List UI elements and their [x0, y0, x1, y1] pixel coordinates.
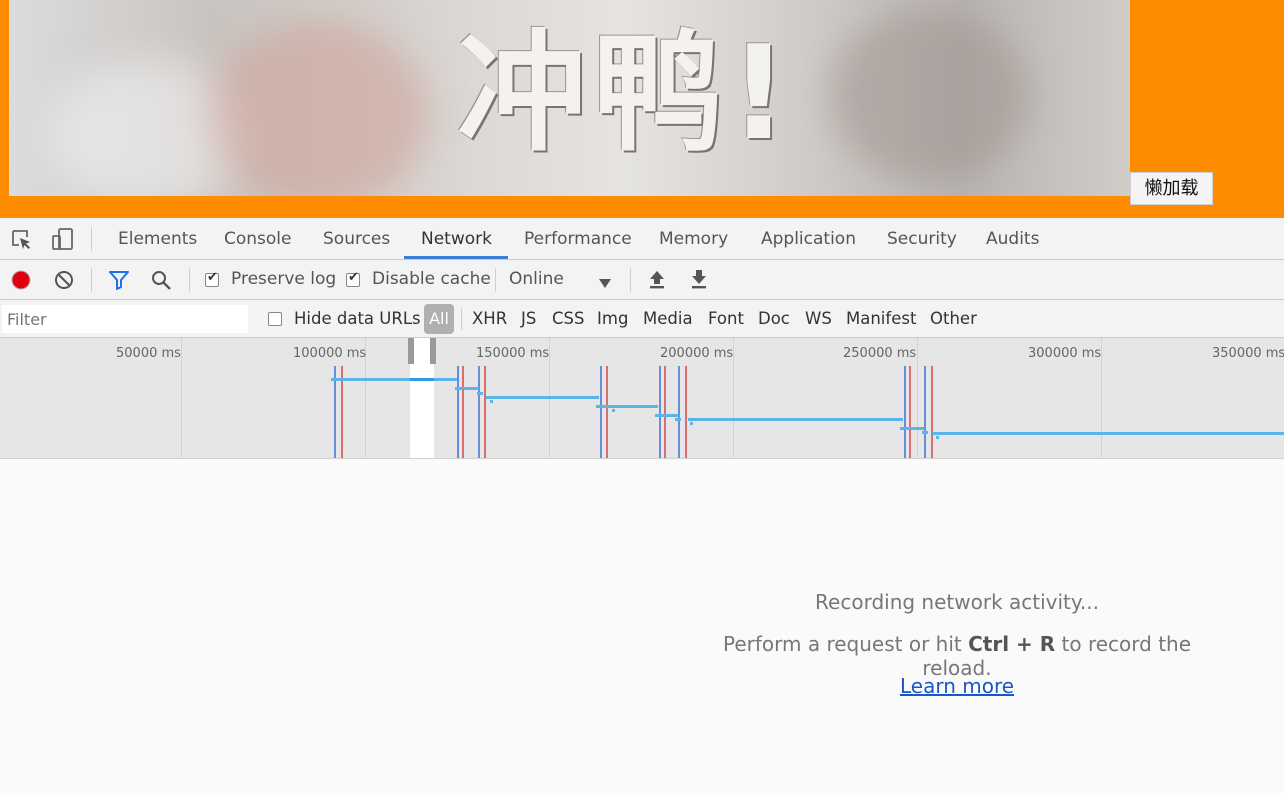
filter-type-css[interactable]: CSS	[552, 309, 584, 328]
import-har-icon[interactable]	[648, 269, 666, 289]
inspect-element-icon[interactable]	[11, 229, 33, 251]
devtools-tab-bar: Elements Console Sources Network Perform…	[0, 218, 1284, 260]
reload-hint-prefix: Perform a request or hit	[722, 632, 969, 656]
devtools-panel: Elements Console Sources Network Perform…	[0, 218, 1284, 793]
preserve-log-label: Preserve log	[231, 269, 337, 289]
throttling-select[interactable]: Online	[509, 269, 564, 289]
key-ctrl: Ctrl	[968, 632, 1010, 656]
filter-type-media[interactable]: Media	[643, 309, 693, 328]
tab-elements[interactable]: Elements	[118, 218, 197, 259]
dropdown-arrow-icon[interactable]	[599, 274, 611, 288]
filter-icon[interactable]	[108, 269, 130, 291]
filter-type-img[interactable]: Img	[597, 309, 628, 328]
network-toolbar: ✔ Preserve log ✔ Disable cache Online	[0, 260, 1284, 300]
key-r: R	[1039, 632, 1056, 656]
search-icon[interactable]	[150, 269, 172, 291]
active-tab-indicator	[404, 256, 508, 259]
hide-data-urls-checkbox[interactable]	[268, 312, 282, 326]
device-toolbar-icon[interactable]	[51, 227, 75, 251]
filter-type-all[interactable]: All	[424, 304, 454, 334]
filter-type-manifest[interactable]: Manifest	[846, 309, 916, 328]
tab-audits[interactable]: Audits	[986, 218, 1039, 259]
disable-cache-checkbox[interactable]: ✔	[346, 270, 360, 287]
learn-more-link[interactable]: Learn more	[700, 674, 1214, 698]
tab-memory[interactable]: Memory	[659, 218, 728, 259]
filter-type-other[interactable]: Other	[930, 309, 977, 328]
tab-console[interactable]: Console	[224, 218, 292, 259]
tab-network[interactable]: Network	[421, 218, 492, 259]
filter-type-font[interactable]: Font	[708, 309, 744, 328]
filter-type-doc[interactable]: Doc	[758, 309, 790, 328]
web-page: 冲鸭! 懒加载	[0, 0, 1284, 218]
tab-security[interactable]: Security	[887, 218, 957, 259]
filter-input[interactable]	[2, 305, 248, 333]
network-overview-timeline[interactable]: 50000 ms 100000 ms 150000 ms 200000 ms 2…	[0, 338, 1284, 459]
tab-sources[interactable]: Sources	[323, 218, 390, 259]
reload-hint: Perform a request or hit Ctrl + R to rec…	[700, 632, 1214, 680]
filter-bar: Hide data URLs All XHR JS CSS Img Media …	[0, 300, 1284, 338]
clear-icon[interactable]	[53, 269, 75, 291]
meme-image: 冲鸭!	[9, 0, 1130, 196]
disable-cache-label: Disable cache	[372, 269, 491, 289]
recording-message: Recording network activity...	[815, 590, 1099, 614]
preserve-log-checkbox[interactable]: ✔	[205, 270, 219, 287]
hide-data-urls-label: Hide data URLs	[294, 309, 421, 328]
key-plus: +	[1009, 632, 1040, 656]
record-icon[interactable]	[10, 269, 32, 291]
filter-type-js[interactable]: JS	[521, 309, 536, 328]
filter-type-ws[interactable]: WS	[805, 309, 832, 328]
waterfall-overview	[331, 366, 1284, 458]
tab-application[interactable]: Application	[761, 218, 856, 259]
lazy-load-button[interactable]: 懒加载	[1130, 172, 1213, 205]
export-har-icon[interactable]	[690, 269, 708, 289]
filter-type-xhr[interactable]: XHR	[472, 309, 507, 328]
meme-caption: 冲鸭!	[457, 17, 795, 169]
tab-performance[interactable]: Performance	[524, 218, 632, 259]
